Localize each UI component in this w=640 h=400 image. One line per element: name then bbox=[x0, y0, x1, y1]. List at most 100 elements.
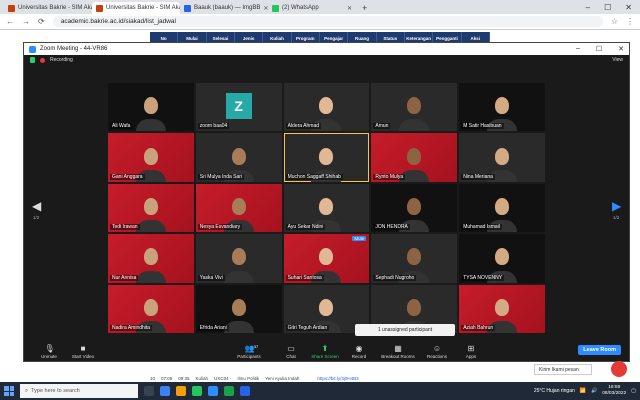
whatsapp-chat-icon[interactable] bbox=[611, 361, 627, 377]
breakout-rooms-icon: ▦ bbox=[394, 344, 402, 353]
shield-icon[interactable] bbox=[30, 57, 35, 63]
participants-button[interactable]: 👥 Participants bbox=[232, 345, 266, 360]
zoom-toolbar: 🎙 Unmute ■ Start Video 👥 Participants 37 ▭ C… bbox=[24, 339, 629, 361]
volume-icon[interactable]: 🔊 bbox=[591, 388, 597, 394]
edge-icon[interactable] bbox=[160, 386, 170, 396]
participant-tile[interactable]: Tedi Irawan bbox=[108, 183, 194, 233]
avatar bbox=[495, 298, 510, 316]
participant-tile[interactable]: Aziah Bahrun bbox=[459, 284, 545, 333]
taskbar-search-input[interactable]: ⌕ Type here to search bbox=[20, 384, 138, 398]
participant-tile[interactable]: Amun bbox=[371, 83, 458, 132]
participant-name: Nina Meriana bbox=[461, 173, 495, 180]
chat-icon: ▭ bbox=[287, 344, 295, 353]
back-icon[interactable]: ← bbox=[6, 17, 14, 26]
zoom-maximize-icon[interactable]: ☐ bbox=[596, 45, 602, 53]
start-video-button[interactable]: ■ Start Video bbox=[66, 345, 100, 360]
participant-tile[interactable]: Zzoom baa04 bbox=[195, 83, 282, 132]
browser-tab-1[interactable]: Universitas Bakrie - SIM Akadem✕ bbox=[92, 2, 180, 14]
minimize-icon[interactable]: – bbox=[586, 2, 590, 14]
browser-tab-3[interactable]: (2) WhatsApp ✕ bbox=[268, 2, 356, 14]
avatar bbox=[495, 248, 510, 266]
next-page-icon[interactable]: ▶ bbox=[612, 199, 621, 213]
task-view-icon[interactable] bbox=[144, 386, 154, 396]
star-icon[interactable]: ☆ bbox=[611, 17, 618, 26]
participant-name: Sephadi Nugroho bbox=[373, 274, 417, 281]
participant-tile[interactable]: Nina Meriana bbox=[459, 133, 545, 182]
view-button[interactable]: View bbox=[612, 57, 623, 63]
participant-tile[interactable]: Sri Mulya Inda Sari bbox=[195, 133, 282, 182]
weather-label[interactable]: 25°C Hujan ringan bbox=[534, 388, 575, 394]
forward-icon[interactable]: → bbox=[22, 17, 30, 26]
windows-start-icon[interactable] bbox=[4, 386, 14, 396]
chat-toast[interactable]: Kirim Ikami pesan bbox=[534, 364, 592, 375]
participant-tile[interactable]: Gani Anggara bbox=[108, 133, 194, 182]
participant-tile[interactable]: Muchon Saggaff Shihab bbox=[283, 133, 370, 182]
avatar bbox=[319, 97, 334, 115]
recording-icon bbox=[40, 57, 45, 63]
participant-tile[interactable]: Sephadi Nugroho bbox=[371, 234, 458, 283]
clock[interactable]: 18:59 08/03/2022 bbox=[602, 385, 626, 397]
avatar bbox=[143, 97, 158, 115]
close-icon[interactable]: ✕ bbox=[625, 2, 632, 14]
notification-icon[interactable]: ▢ bbox=[631, 388, 636, 394]
leave-room-button[interactable]: Leave Room bbox=[578, 345, 621, 355]
reload-icon[interactable]: ⟳ bbox=[38, 17, 45, 26]
tab-close-icon[interactable]: ✕ bbox=[347, 5, 352, 12]
share-screen-button[interactable]: ⬆ Share Screen bbox=[308, 345, 342, 360]
excel-icon[interactable] bbox=[224, 386, 234, 396]
participant-tile[interactable]: JON HENDRA bbox=[371, 183, 458, 233]
browser-tab-0[interactable]: Universitas Bakrie - SIM Akadem✕ bbox=[4, 2, 92, 14]
participant-tile[interactable]: Nadira Amindhita bbox=[108, 284, 194, 333]
unmute-button[interactable]: 🎙 Unmute bbox=[32, 345, 66, 360]
participant-tile[interactable]: Rynto Mulya bbox=[371, 133, 458, 182]
url-field[interactable]: academic.bakrie.ac.id/siakad/list_jadwal bbox=[52, 16, 603, 27]
recording-label: Recording bbox=[50, 57, 73, 63]
zoom-logo-icon bbox=[29, 45, 36, 53]
record-button[interactable]: ◉ Record bbox=[342, 344, 376, 360]
participant-tile[interactable]: Nesya Esvandiary bbox=[195, 183, 282, 233]
participant-tile[interactable]: TYSA NOVENNY bbox=[459, 234, 545, 283]
unassigned-participant-banner[interactable]: 1 unassigned participant bbox=[355, 324, 455, 336]
system-tray: 25°C Hujan ringan 📶 🔊 18:59 08/03/2022 ▢ bbox=[534, 385, 636, 397]
participant-tile[interactable]: Mute Suhari Santosa bbox=[283, 234, 370, 283]
zoom-taskbar-icon[interactable] bbox=[208, 386, 218, 396]
browser-tab-2[interactable]: Baauk (baauk) — ImgBB ✕ bbox=[180, 2, 268, 14]
participant-body bbox=[399, 119, 430, 132]
record-icon: ◉ bbox=[355, 344, 363, 353]
file-explorer-icon[interactable] bbox=[176, 386, 186, 396]
mute-participant-button[interactable]: Mute bbox=[352, 236, 367, 242]
participant-tile[interactable]: Ayu Sekar Ndini bbox=[283, 183, 370, 233]
zoom-minimize-icon[interactable]: – bbox=[576, 45, 580, 53]
new-tab-button[interactable]: + bbox=[356, 2, 373, 14]
participant-name: Nesya Esvandiary bbox=[197, 224, 243, 231]
participant-name: Suhari Santosa bbox=[285, 274, 324, 281]
site-favicon-icon bbox=[96, 4, 103, 12]
avatar bbox=[495, 147, 510, 165]
page-indicator-right: 1/2 bbox=[613, 215, 620, 220]
zoom-title-bar: Zoom Meeting - 44-VR86 – ☐ ✕ bbox=[24, 43, 629, 55]
apps-button[interactable]: ⊞ Apps bbox=[454, 344, 488, 360]
zoom-status-bar: Recording View bbox=[24, 55, 629, 65]
chrome-icon[interactable] bbox=[192, 386, 202, 396]
participant-tile[interactable]: Ali Wafa bbox=[108, 83, 194, 132]
maximize-icon[interactable]: ☐ bbox=[604, 2, 611, 14]
word-icon[interactable] bbox=[240, 386, 250, 396]
prev-page-icon[interactable]: ◀ bbox=[32, 199, 41, 213]
participant-name: Aldera Ahmad bbox=[285, 123, 322, 130]
participant-name: Ali Wafa bbox=[110, 123, 133, 130]
participant-tile[interactable]: M Satir Hasibuan bbox=[459, 83, 545, 132]
breakout-rooms-button[interactable]: ▦ Breakout Rooms bbox=[376, 344, 420, 360]
extensions-icon[interactable]: ⋮ bbox=[626, 17, 634, 26]
participant-body bbox=[135, 270, 166, 283]
chat-button[interactable]: ▭ Chat bbox=[274, 344, 308, 360]
participant-tile[interactable]: Muhamad Ismail bbox=[459, 183, 545, 233]
reactions-button[interactable]: ☺ Reactions bbox=[420, 345, 454, 360]
apps-icon: ⊞ bbox=[467, 344, 475, 353]
participant-tile[interactable]: Aldera Ahmad bbox=[283, 83, 370, 132]
avatar bbox=[231, 198, 246, 216]
network-icon[interactable]: 📶 bbox=[580, 388, 586, 394]
zoom-close-icon[interactable]: ✕ bbox=[618, 45, 624, 53]
participant-tile[interactable]: Yaska Vivi bbox=[195, 234, 282, 283]
participant-tile[interactable]: Efrida Ariani bbox=[195, 284, 282, 333]
participant-tile[interactable]: Nur Annisa bbox=[108, 234, 194, 283]
